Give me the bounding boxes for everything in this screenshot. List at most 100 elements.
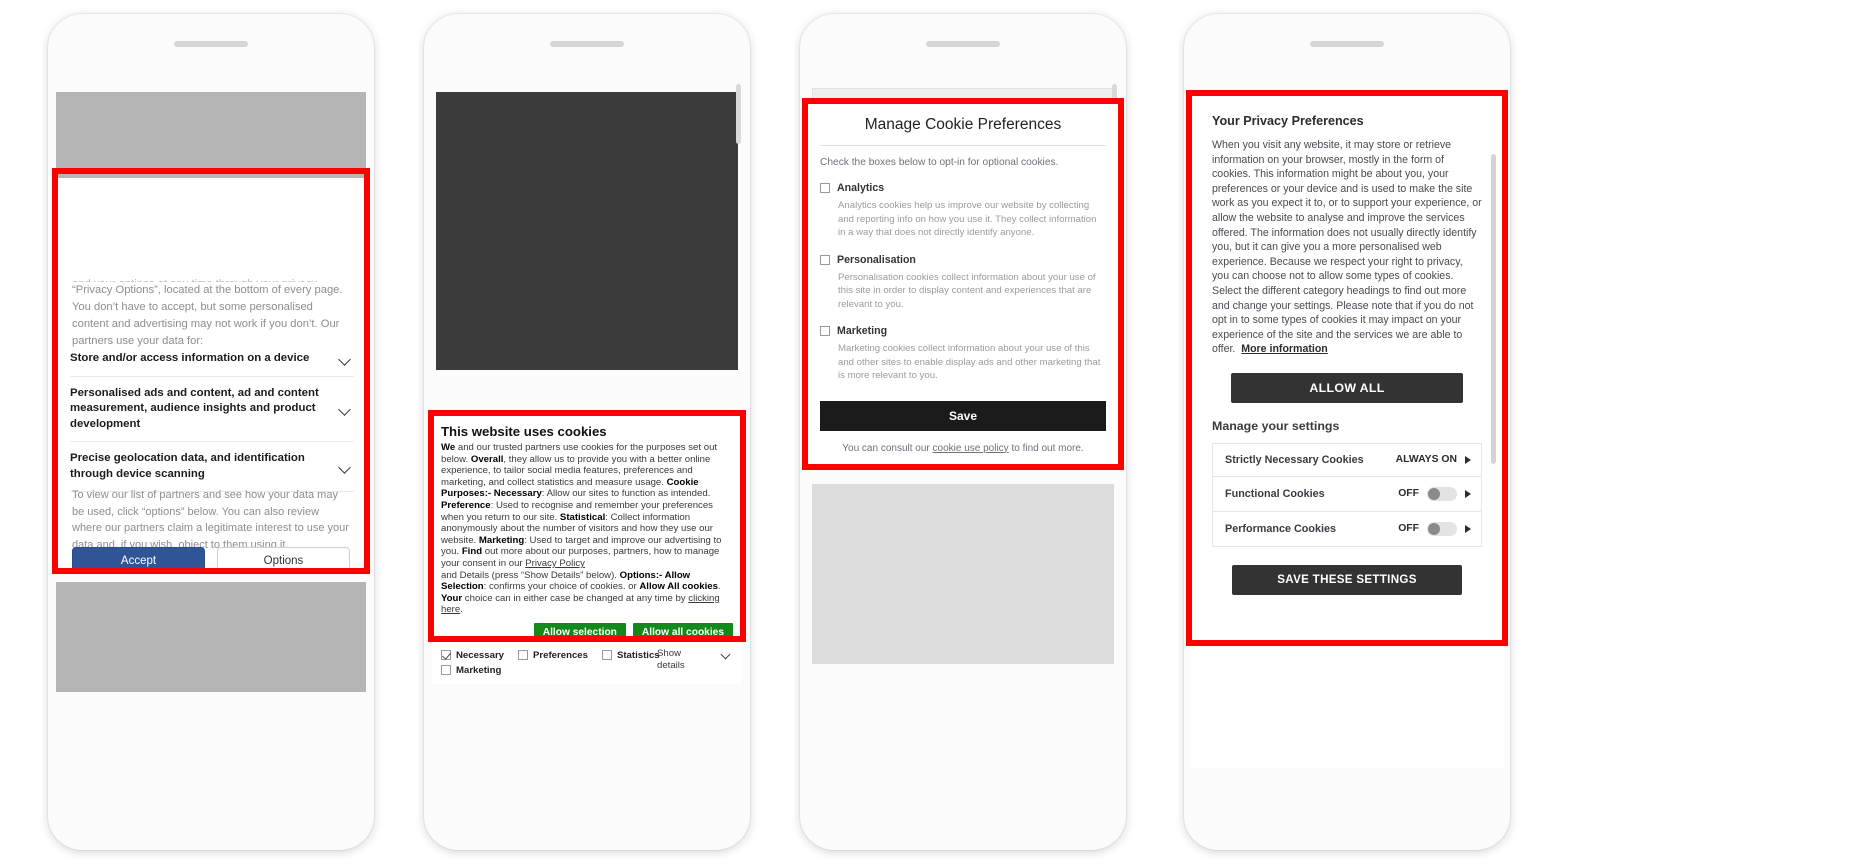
checkbox-necessary[interactable]: Necessary: [441, 650, 504, 661]
group-name: Marketing: [837, 325, 888, 337]
dialog-footer: You can consult our cookie use policy to…: [820, 443, 1106, 454]
banner-title: This website uses cookies: [441, 424, 607, 439]
dialog-title: Your Privacy Preferences: [1212, 114, 1364, 128]
banner-intro-clipped: and your options at any time through you…: [72, 276, 352, 282]
checkbox-label: Necessary: [456, 649, 505, 661]
phone-1-screen: and your options at any time through you…: [48, 74, 374, 788]
checkbox-label: Preferences: [533, 649, 588, 661]
checkbox-empty-icon[interactable]: [441, 665, 451, 676]
dialog-body-text: When you visit any website, it may store…: [1212, 138, 1482, 357]
setting-state: ALWAYS ON: [1395, 454, 1457, 466]
show-details-toggle[interactable]: Show details: [657, 648, 731, 672]
page-placeholder-top: [56, 92, 366, 178]
page-placeholder-block: [812, 484, 1114, 664]
group-header[interactable]: Marketing: [820, 325, 1106, 337]
banner-note-text: To view our list of partners and see how…: [72, 489, 349, 551]
group-description: Personalisation cookies collect informat…: [838, 271, 1096, 310]
group-header[interactable]: Personalisation: [820, 254, 1106, 266]
purpose-row[interactable]: Precise geolocation data, and identifica…: [70, 442, 354, 492]
toggle-switch-functional[interactable]: [1427, 486, 1457, 501]
checkbox-empty-icon[interactable]: [820, 254, 830, 265]
group-name: Analytics: [837, 182, 885, 194]
phone-speaker: [926, 41, 1000, 47]
checkbox-empty-icon[interactable]: [601, 650, 612, 661]
footer-prefix: You can consult our: [842, 442, 933, 454]
allow-selection-button[interactable]: Allow selection: [533, 622, 626, 642]
options-button[interactable]: Options: [217, 547, 350, 574]
save-button[interactable]: Save: [820, 400, 1106, 431]
accept-button[interactable]: Accept: [72, 547, 205, 574]
phone-mockup-2: This website uses cookies We and our tru…: [424, 14, 750, 850]
chevron-down-icon[interactable]: [338, 352, 352, 366]
purpose-label: Store and/or access information on a dev…: [70, 352, 310, 364]
cookie-group-marketing: Marketing Marketing cookies collect info…: [820, 325, 1106, 383]
dialog-title: Manage Cookie Preferences: [820, 116, 1106, 146]
screenshot-stage: and your options at any time through you…: [0, 0, 1860, 864]
setting-name: Strictly Necessary Cookies: [1225, 453, 1364, 466]
checkbox-label: Statistics: [616, 649, 660, 661]
cookie-group-personalisation: Personalisation Personalisation cookies …: [820, 254, 1106, 312]
setting-name: Performance Cookies: [1225, 522, 1337, 535]
checkbox-empty-icon[interactable]: [820, 326, 830, 336]
toggle-knob: [1428, 487, 1440, 500]
checkbox-preferences[interactable]: Preferences: [518, 650, 588, 661]
setting-row-strictly-necessary[interactable]: Strictly Necessary Cookies ALWAYS ON: [1213, 444, 1481, 477]
manage-cookie-preferences-dialog: Manage Cookie Preferences Check the boxe…: [806, 102, 1120, 472]
purpose-label: Precise geolocation data, and identifica…: [70, 452, 305, 480]
toggle-switch-performance[interactable]: [1427, 521, 1457, 536]
page-placeholder-dark: [436, 92, 738, 370]
phone-2-screen: This website uses cookies We and our tru…: [424, 74, 750, 788]
phone-4-screen: Your Privacy Preferences When you visit …: [1184, 74, 1510, 788]
cookie-consent-banner-1: and your options at any time through you…: [56, 180, 366, 574]
cookie-group-analytics: Analytics Analytics cookies help us impr…: [820, 182, 1106, 240]
chevron-down-icon[interactable]: [722, 650, 731, 659]
scrollbar-thumb[interactable]: [1491, 154, 1496, 464]
phone-speaker: [1310, 41, 1384, 47]
cookie-settings-list: Strictly Necessary Cookies ALWAYS ON Fun…: [1212, 442, 1482, 547]
setting-controls: ALWAYS ON: [1396, 454, 1471, 465]
allow-all-button[interactable]: ALLOW ALL: [1231, 372, 1463, 403]
toggle-knob: [1428, 522, 1440, 535]
checkbox-empty-icon[interactable]: [518, 650, 529, 661]
page-placeholder-bottom: [56, 582, 366, 692]
phone-speaker: [174, 41, 248, 47]
setting-controls: OFF: [1398, 521, 1471, 536]
setting-row-performance[interactable]: Performance Cookies OFF: [1213, 512, 1481, 546]
checkbox-checked-icon[interactable]: [441, 650, 451, 661]
more-information-link[interactable]: More information: [1241, 343, 1328, 355]
group-description: Marketing cookies collect information ab…: [838, 343, 1101, 381]
cookie-use-policy-link[interactable]: cookie use policy: [933, 443, 1009, 454]
phone-mockup-1: and your options at any time through you…: [48, 14, 374, 850]
chevron-down-icon[interactable]: [338, 460, 352, 474]
banner-intro-text: and your options at any time through you…: [72, 276, 352, 350]
banner-actions: Allow selection Allow all cookies: [441, 622, 733, 642]
chevron-right-icon[interactable]: [1465, 455, 1471, 464]
chevron-right-icon[interactable]: [1465, 489, 1471, 498]
group-header[interactable]: Analytics: [820, 182, 1106, 194]
group-description: Analytics cookies help us improve our we…: [838, 200, 1097, 238]
setting-controls: OFF: [1398, 486, 1471, 501]
dialog-subtitle: Check the boxes below to opt-in for opti…: [820, 157, 1059, 168]
scrollbar-thumb[interactable]: [736, 84, 741, 144]
purpose-list: Store and/or access information on a dev…: [70, 342, 354, 492]
setting-state: OFF: [1398, 488, 1419, 500]
setting-state: OFF: [1398, 523, 1419, 535]
purpose-row[interactable]: Personalised ads and content, ad and con…: [70, 377, 354, 442]
banner-intro-visible: “Privacy Options”, located at the bottom…: [72, 284, 343, 347]
purpose-label: Personalised ads and content, ad and con…: [70, 386, 319, 430]
manage-settings-heading: Manage your settings: [1212, 418, 1340, 433]
save-these-settings-button[interactable]: SAVE THESE SETTINGS: [1232, 564, 1462, 595]
setting-row-functional[interactable]: Functional Cookies OFF: [1213, 477, 1481, 512]
footer-suffix: to find out more.: [1008, 442, 1084, 454]
checkbox-statistics[interactable]: Statistics: [601, 649, 660, 661]
chevron-down-icon[interactable]: [338, 402, 352, 416]
checkbox-empty-icon[interactable]: [820, 183, 830, 193]
allow-all-cookies-button[interactable]: Allow all cookies: [632, 622, 733, 642]
banner-body-text: We and our trusted partners use cookies …: [441, 442, 722, 616]
phone-3-screen: Manage Cookie Preferences Check the boxe…: [800, 74, 1126, 788]
purpose-row[interactable]: Store and/or access information on a dev…: [70, 342, 354, 377]
phone-mockup-3: Manage Cookie Preferences Check the boxe…: [800, 14, 1126, 850]
chevron-right-icon[interactable]: [1465, 524, 1471, 533]
banner-actions: Accept Options: [72, 547, 350, 574]
body-paragraph: When you visit any website, it may store…: [1212, 139, 1482, 356]
